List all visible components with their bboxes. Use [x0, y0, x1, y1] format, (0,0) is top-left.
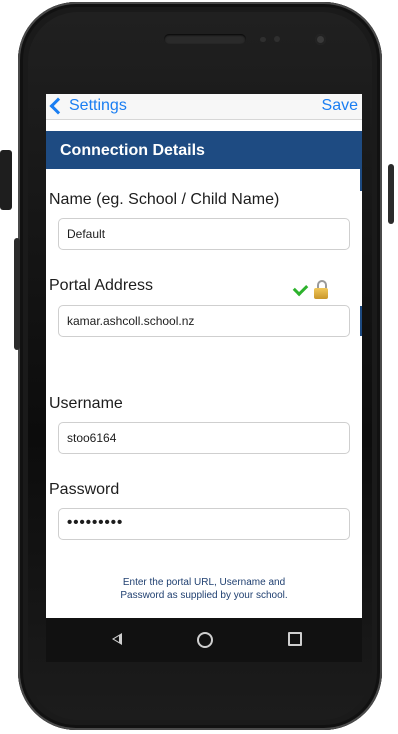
username-value: stoo6164	[67, 431, 117, 445]
name-label: Name (eg. School / Child Name)	[49, 191, 280, 208]
speaker-grille	[164, 34, 246, 44]
side-button-right	[388, 164, 394, 224]
portal-address-value: kamar.ashcoll.school.nz	[67, 314, 195, 328]
portal-address-field[interactable]: kamar.ashcoll.school.nz	[58, 305, 350, 337]
android-recents-icon[interactable]	[288, 632, 302, 646]
password-field[interactable]: •••••••••	[58, 508, 350, 540]
username-field[interactable]: stoo6164	[58, 422, 350, 454]
back-button[interactable]: Settings	[48, 97, 127, 115]
save-button[interactable]: Save	[322, 97, 358, 115]
side-button-left	[14, 238, 20, 350]
back-label: Settings	[69, 97, 127, 114]
help-line-1: Enter the portal URL, Username and	[122, 577, 286, 588]
proximity-sensor	[260, 37, 266, 42]
bezel-mark	[0, 150, 12, 210]
username-label: Username	[49, 395, 123, 412]
lock-icon	[314, 280, 328, 299]
portal-label: Portal Address	[49, 277, 154, 294]
light-sensor	[274, 36, 280, 42]
section-header: Connection Details	[46, 131, 362, 169]
android-home-icon[interactable]	[197, 632, 213, 648]
section-title: Connection Details	[60, 142, 205, 159]
front-camera	[315, 34, 326, 45]
help-text: Enter the portal URL, Username and Passw…	[46, 576, 362, 602]
field-edge-marker	[360, 306, 362, 336]
android-back-icon[interactable]	[112, 633, 122, 645]
portal-status	[292, 280, 328, 299]
chevron-left-icon	[49, 97, 67, 115]
android-nav-bar	[46, 618, 362, 662]
navigation-bar: Settings Save	[46, 94, 362, 120]
name-field[interactable]: Default	[58, 218, 350, 250]
app-screen: Settings Save Connection Details Name (e…	[46, 94, 362, 618]
password-value: •••••••••	[67, 514, 124, 531]
name-value: Default	[67, 227, 106, 241]
help-line-2: Password as supplied by your school.	[120, 590, 288, 601]
password-label: Password	[49, 481, 120, 498]
checkmark-icon	[292, 280, 309, 297]
section-edge-marker	[360, 131, 362, 191]
